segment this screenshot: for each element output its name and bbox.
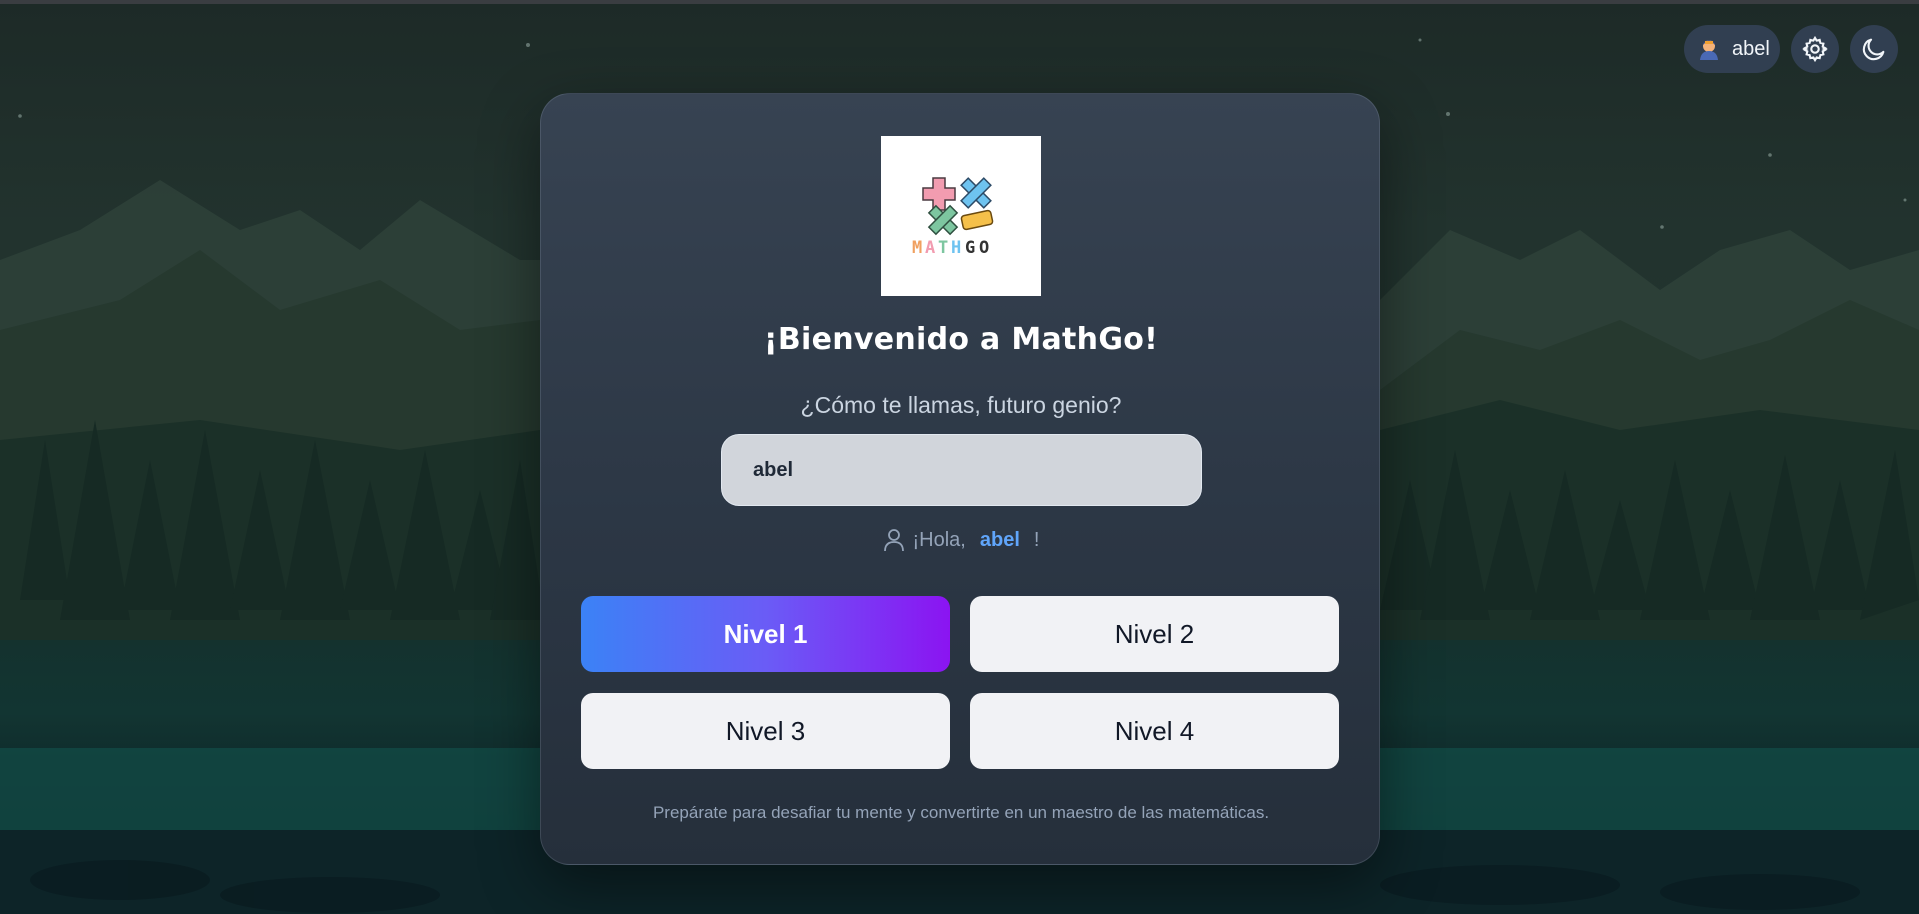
user-icon [883, 529, 904, 552]
level-3-button[interactable]: Nivel 3 [581, 693, 950, 769]
motivational-footer: Prepárate para desafiar tu mente y conve… [652, 803, 1270, 822]
level-1-button[interactable]: Nivel 1 [581, 596, 950, 672]
settings-button[interactable] [1791, 25, 1839, 73]
name-input[interactable] [721, 434, 1202, 506]
user-avatar-icon [1700, 40, 1718, 60]
logo-letter-a: A [925, 238, 935, 258]
header-username: abel [1732, 37, 1770, 60]
theme-toggle-button[interactable] [1850, 25, 1898, 73]
logo-letter-m: M [912, 238, 922, 258]
app-root: abel M A T H G O ¡Bienvenido a MathGo! ¿… [0, 0, 1919, 914]
logo-letter-o: O [979, 238, 989, 258]
logo-letter-t: T [938, 238, 948, 258]
level-2-button[interactable]: Nivel 2 [970, 596, 1339, 672]
greeting-prefix: ¡Hola, [912, 528, 966, 551]
greeting-name: abel [979, 528, 1020, 551]
logo-letter-g: G [965, 238, 975, 258]
logo-letter-h: H [951, 238, 961, 258]
gear-icon [1802, 35, 1828, 63]
greeting-suffix: ! [1033, 528, 1040, 551]
math-symbols-logo-icon: M A T H G O [912, 177, 994, 258]
greeting-line: ¡Hola, abel ! [541, 528, 1381, 552]
page-title: ¡Bienvenido a MathGo! [763, 322, 1159, 357]
moon-icon [1862, 38, 1885, 61]
name-question-label: ¿Cómo te llamas, futuro genio? [800, 392, 1122, 418]
level-4-button[interactable]: Nivel 4 [970, 693, 1339, 769]
mathgo-logo: M A T H G O [881, 136, 1041, 296]
welcome-card: M A T H G O ¡Bienvenido a MathGo! ¿Cómo … [540, 93, 1380, 865]
user-profile-chip[interactable]: abel [1684, 25, 1780, 73]
avatar [1698, 38, 1720, 60]
